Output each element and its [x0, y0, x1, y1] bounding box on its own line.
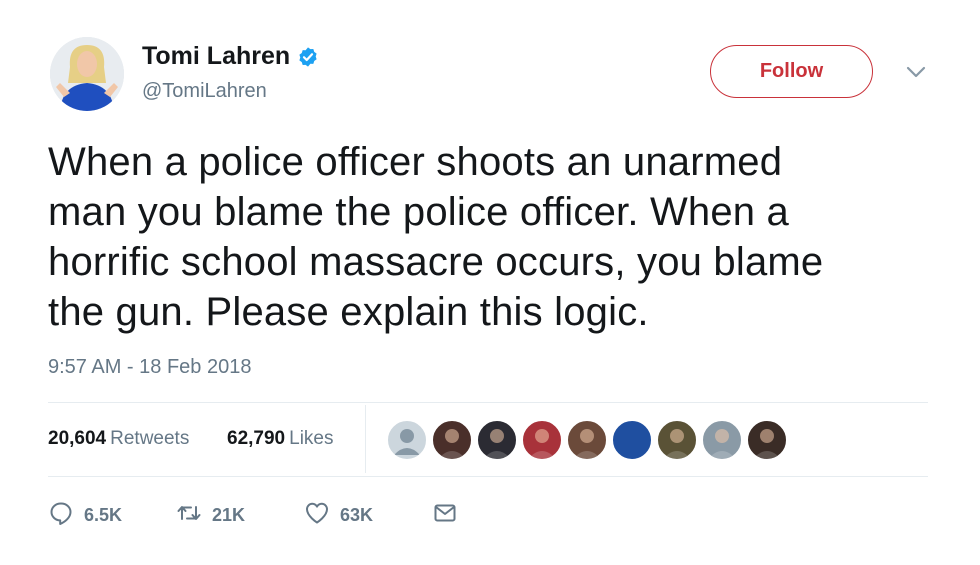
group-photo-avatar[interactable] — [521, 419, 563, 461]
envelope-icon — [432, 500, 458, 531]
chevron-down-icon[interactable] — [905, 64, 927, 80]
author-name-row: Tomi Lahren — [142, 42, 319, 71]
like-action[interactable]: 63K — [304, 500, 373, 531]
retweet-icon — [176, 500, 202, 531]
tweet-timestamp[interactable]: 9:57 AM - 18 Feb 2018 — [48, 356, 251, 379]
tweet-text: When a police officer shoots an unarmed … — [48, 137, 928, 337]
likes-stat[interactable]: 62,790 Likes — [227, 428, 333, 450]
likes-count: 62,790 — [227, 428, 286, 449]
man-photo-avatar[interactable] — [701, 419, 743, 461]
divider — [48, 476, 928, 477]
couple-photo-avatar[interactable] — [746, 419, 788, 461]
reply-count: 6.5K — [84, 505, 123, 525]
eagle-photo-avatar[interactable] — [656, 419, 698, 461]
likes-label: Likes — [289, 428, 334, 449]
tweet-card: Tomi Lahren @TomiLahren Follow When a po… — [0, 0, 980, 565]
reply-icon — [48, 500, 74, 531]
car-photo-avatar[interactable] — [476, 419, 518, 461]
retweets-stat[interactable]: 20,604 Retweets — [48, 428, 189, 450]
stats-separator — [365, 405, 366, 473]
default-profile-avatar[interactable] — [386, 419, 428, 461]
follow-button[interactable]: Follow — [710, 45, 873, 98]
verified-badge-icon — [297, 46, 319, 68]
tweet-text-line: When a police officer shoots an unarmed — [48, 140, 783, 184]
tweet-text-line: horrific school massacre occurs, you bla… — [48, 240, 824, 284]
retweets-count: 20,604 — [48, 428, 107, 449]
blue-circle-avatar[interactable] — [611, 419, 653, 461]
heart-icon — [304, 500, 330, 531]
divider — [48, 402, 928, 403]
author-handle[interactable]: @TomiLahren — [142, 80, 267, 103]
like-count: 63K — [340, 505, 374, 525]
author-display-name[interactable]: Tomi Lahren — [142, 42, 290, 71]
author-avatar[interactable] — [50, 37, 124, 111]
retweets-label: Retweets — [110, 428, 190, 449]
tweet-text-line: the gun. Please explain this logic. — [48, 290, 649, 334]
reply-action[interactable]: 6.5K — [48, 500, 122, 531]
retweet-count: 21K — [212, 505, 246, 525]
event-photo-avatar[interactable] — [566, 419, 608, 461]
retweet-action[interactable]: 21K — [176, 500, 245, 531]
woman-photo-avatar[interactable] — [431, 419, 473, 461]
direct-message-action[interactable] — [432, 500, 458, 531]
tweet-text-line: man you blame the police officer. When a — [48, 190, 790, 234]
